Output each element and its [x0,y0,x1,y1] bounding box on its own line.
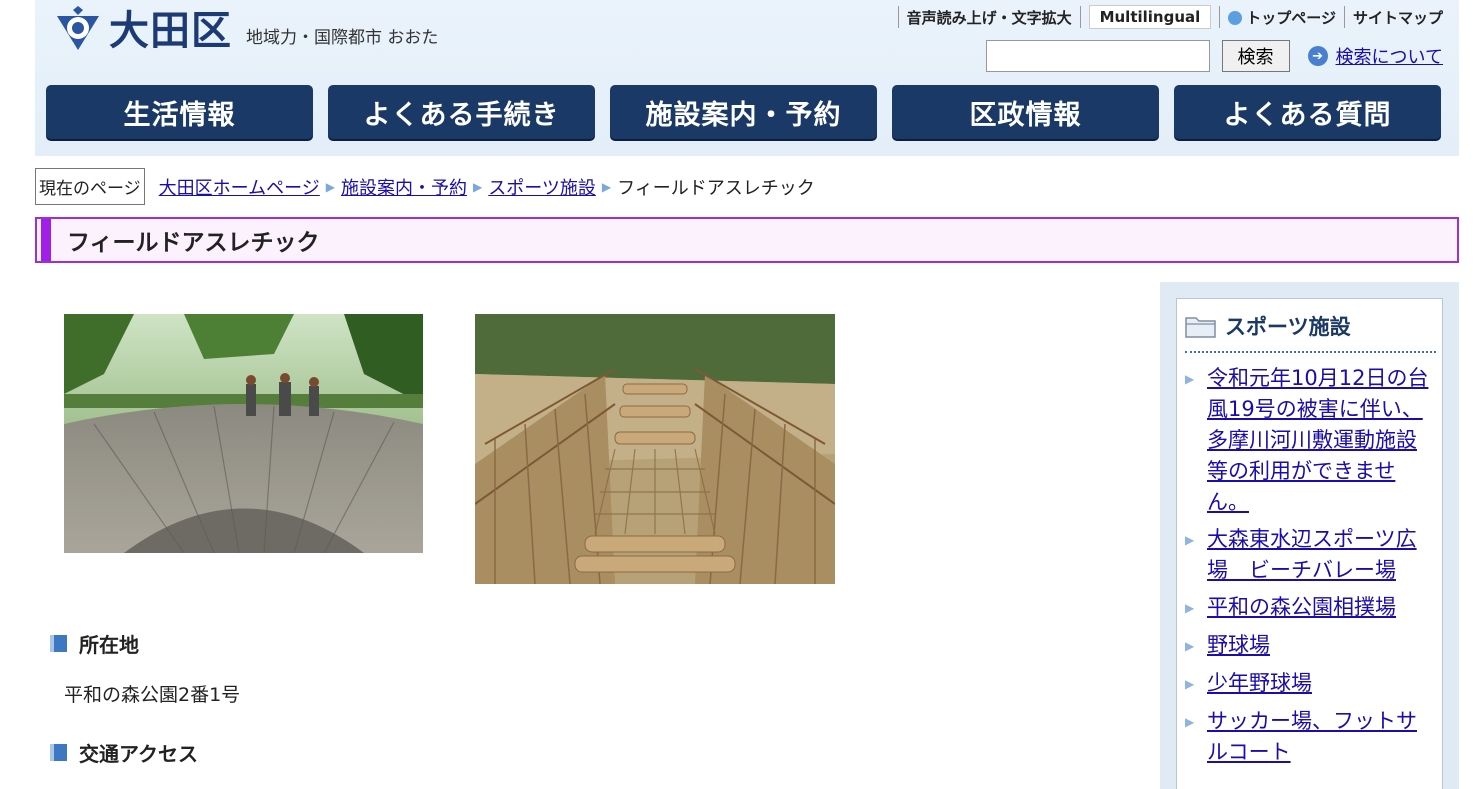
section-heading-label: 所在地 [79,633,139,657]
nav-facilities[interactable]: 施設案内・予約 [610,85,877,139]
nav-procedures[interactable]: よくある手続き [328,85,595,139]
search-button[interactable]: 検索 [1221,40,1290,72]
triangle-bullet-icon: ▶ [1185,715,1195,729]
triangle-bullet-icon: ▶ [1185,677,1195,691]
sidebar-link-baseball[interactable]: 野球場 [1207,630,1270,662]
breadcrumb-arrow-icon: ▶ [601,179,612,194]
global-nav: 生活情報 よくある手続き 施設案内・予約 区政情報 よくある質問 [46,85,1441,139]
photo-wooden-bowl [64,314,423,553]
site-name: 大田区 [109,8,232,54]
triangle-bullet-icon: ▶ [1185,601,1195,615]
title-accent [41,219,51,261]
breadcrumb-label: 現在のページ [35,168,145,205]
breadcrumb-sports[interactable]: スポーツ施設 [488,174,596,200]
readspeaker-link[interactable]: 音声読み上げ・文字拡大 [907,7,1072,28]
section-heading-access: 交通アクセス [50,738,198,767]
site-tagline: 地域力・国際都市 おおた [246,27,439,48]
breadcrumb-arrow-icon: ▶ [473,179,483,194]
triangle-bullet-icon: ▶ [1185,639,1195,653]
top-page-icon [1228,10,1243,25]
list-item: ▶ 野球場 [1185,630,1434,662]
page-title: フィールドアスレチック [67,230,320,256]
sidebar-link-typhoon[interactable]: 令和元年10月12日の台風19号の被害に伴い、多摩川河川敷運動施設等の利用ができ… [1207,363,1434,518]
section-heading-location: 所在地 [50,629,139,658]
list-item: ▶ 平和の森公園相撲場 [1185,592,1434,624]
list-item: ▶ 令和元年10月12日の台風19号の被害に伴い、多摩川河川敷運動施設等の利用がで… [1185,363,1434,518]
list-item: ▶ サッカー場、フットサルコート [1185,706,1434,768]
photo-rope-bridge [475,314,835,584]
utility-links: 音声読み上げ・文字拡大 Multilingual トップページ サイトマップ [890,5,1443,29]
arrow-right-icon: ➔ [1307,46,1328,66]
multilingual-button[interactable]: Multilingual [1088,5,1212,29]
divider [897,6,899,28]
sidebar-list: ▶ 令和元年10月12日の台風19号の被害に伴い、多摩川河川敷運動施設等の利用がで… [1185,363,1434,768]
sidebar-title: スポーツ施設 [1225,315,1351,339]
list-item: ▶ 大森東水辺スポーツ広場 ビーチバレー場 [1185,524,1434,586]
search-input[interactable] [985,40,1210,72]
top-page-link[interactable]: トップページ [1228,7,1336,28]
search-help-link[interactable]: ➔ 検索について [1307,43,1443,69]
nav-ward-admin[interactable]: 区政情報 [892,85,1159,139]
sitemap-link[interactable]: サイトマップ [1353,7,1443,28]
breadcrumb-arrow-icon: ▶ [325,179,336,194]
sidebar-link-sumo[interactable]: 平和の森公園相撲場 [1207,592,1396,624]
divider [1079,6,1081,28]
breadcrumb-facilities[interactable]: 施設案内・予約 [341,174,467,200]
triangle-bullet-icon: ▶ [1185,533,1195,547]
breadcrumb-home[interactable]: 大田区ホームページ [159,174,320,200]
sidebar-header: スポーツ施設 [1185,311,1436,353]
site-search: 検索 ➔ 検索について [985,40,1443,72]
nav-life-info[interactable]: 生活情報 [46,85,313,139]
folder-icon [1185,317,1216,338]
sidebar-link-beach-volleyball[interactable]: 大森東水辺スポーツ広場 ビーチバレー場 [1207,524,1434,586]
ota-emblem-icon [57,6,99,50]
sidebar-sports-box: スポーツ施設 ▶ 令和元年10月12日の台風19号の被害に伴い、多摩川河川敷運動施… [1176,298,1443,789]
divider [1343,6,1345,28]
site-header: 大田区 地域力・国際都市 おおた 音声読み上げ・文字拡大 Multilingua… [35,0,1459,156]
list-item: ▶ 少年野球場 [1185,668,1434,700]
triangle-bullet-icon: ▶ [1185,372,1195,386]
section-heading-label: 交通アクセス [79,742,198,766]
breadcrumb: 現在のページ 大田区ホームページ ▶ 施設案内・予約 ▶ スポーツ施設 ▶ フィ… [35,168,815,205]
breadcrumb-current: フィールドアスレチック [617,177,815,199]
sidebar: スポーツ施設 ▶ 令和元年10月12日の台風19号の被害に伴い、多摩川河川敷運動施… [1160,282,1459,789]
sidebar-link-youth-baseball[interactable]: 少年野球場 [1207,668,1312,700]
nav-faq[interactable]: よくある質問 [1174,85,1441,139]
location-text: 平和の森公園2番1号 [64,684,241,706]
site-logo[interactable]: 大田区 地域力・国際都市 おおた [53,6,438,56]
top-page-label: トップページ [1246,8,1336,27]
divider [1219,6,1221,28]
heading-square-icon [50,744,67,761]
heading-square-icon [50,635,67,652]
search-help-label[interactable]: 検索について [1336,43,1443,69]
page-title-bar: フィールドアスレチック [35,217,1459,263]
sidebar-link-soccer[interactable]: サッカー場、フットサルコート [1207,706,1434,768]
